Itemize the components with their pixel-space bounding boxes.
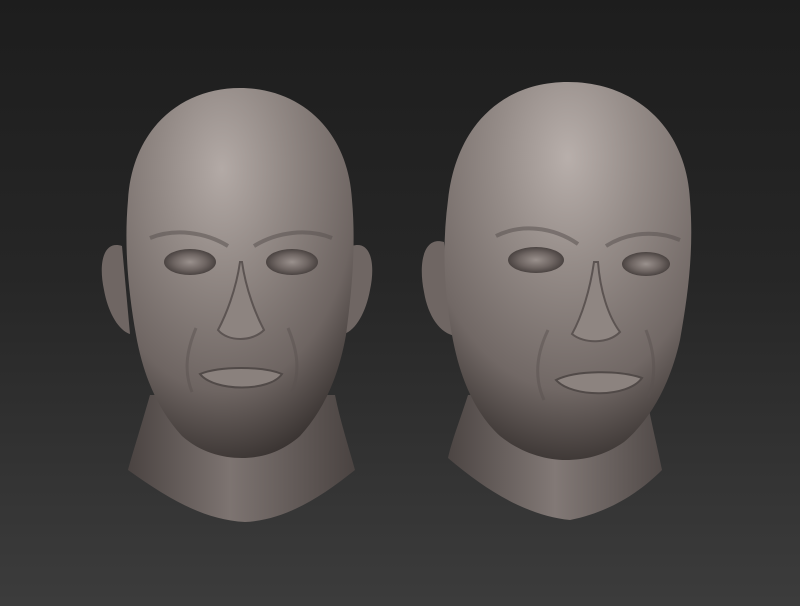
- ear-left-a: [101, 245, 130, 334]
- eye-socket-right-a: [508, 247, 564, 273]
- head-sculpt-three-quarter: [421, 82, 692, 520]
- sculpt-render: [101, 82, 692, 522]
- head-sculpt-front: [101, 88, 373, 522]
- eye-socket-left-b: [266, 249, 318, 275]
- eye-socket-right-b: [622, 252, 670, 276]
- eye-socket-left-a: [164, 249, 216, 275]
- render-viewport: [0, 0, 800, 606]
